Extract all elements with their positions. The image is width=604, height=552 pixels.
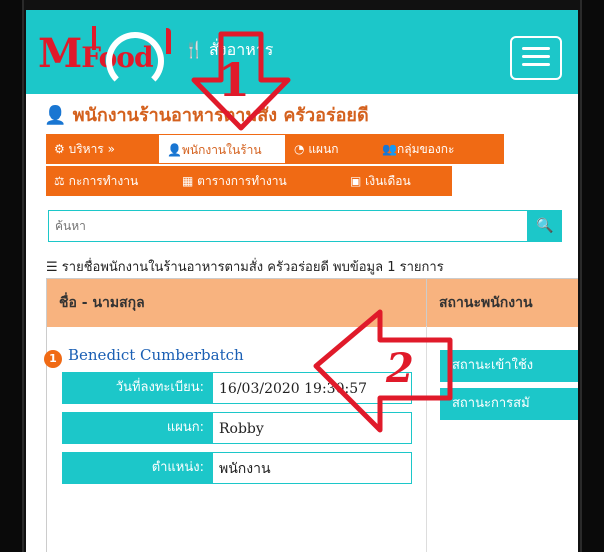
annotation-arrow-2: 2 [313,309,453,433]
scale-icon: ⚖ [54,174,65,188]
position-label: ตำแหน่ง: [62,452,212,484]
knife-icon [166,28,171,54]
search-button[interactable]: 🔍 [528,210,562,242]
department-label: แผนก: [62,412,212,444]
calendar-icon: ▦ [182,174,194,188]
tab-department[interactable]: ◔ แผนก [286,134,374,164]
fork-icon [92,26,96,50]
tab-work-shifts[interactable]: ⚖ กะการทำงาน [46,166,174,196]
list-icon: ☰ [46,260,58,275]
login-status-button[interactable]: สถานะเข้าใช้ง [440,350,578,382]
phone-frame-right [580,0,604,552]
pie-icon: ◔ [294,142,305,156]
phone-screen: MFood 🍴 สั่งอาหาร 👤 พนักงานร้านอาหารตามส… [26,10,578,552]
menu-line [522,47,550,50]
tab-work-schedule[interactable]: ▦ ตารางการทำงาน [174,166,342,196]
reg-date-label: วันที่ลงทะเบียน: [62,372,212,404]
menu-line [522,63,550,66]
menu-line [522,55,550,58]
user-icon: 👤 [44,105,67,126]
phone-frame-left [0,0,24,552]
user-icon: 👤 [167,143,182,157]
search-box [48,210,528,242]
tab-manage[interactable]: ⚙ บริหาร » [46,134,158,164]
search-input[interactable] [49,211,527,241]
annotation-number-2: 2 [385,345,414,392]
position-value: พนักงาน [212,452,412,484]
hamburger-menu-button[interactable] [510,36,562,80]
employee-name-link[interactable]: Benedict Cumberbatch [68,346,244,364]
annotation-number-1: 1 [218,53,250,107]
users-icon: 👥 [382,142,397,156]
tab-shift-groups[interactable]: 👥กลุ่มของกะ [374,134,504,164]
annotation-arrow-1: 1 [191,31,291,131]
search-icon: 🔍 [536,218,554,234]
membership-status-button[interactable]: สถานะการสมั [440,388,578,420]
tab-salary[interactable]: ▣ เงินเดือน [342,166,452,196]
tab-employees[interactable]: 👤พนักงานในร้าน [158,134,286,164]
gear-icon: ⚙ [54,142,65,156]
result-info: ☰ รายชื่อพนักงานในร้านอาหารตามสั่ง ครัวอ… [46,260,444,275]
row-number-badge: 1 [44,350,62,368]
plate-icon [106,32,164,90]
money-icon: ▣ [350,174,362,188]
